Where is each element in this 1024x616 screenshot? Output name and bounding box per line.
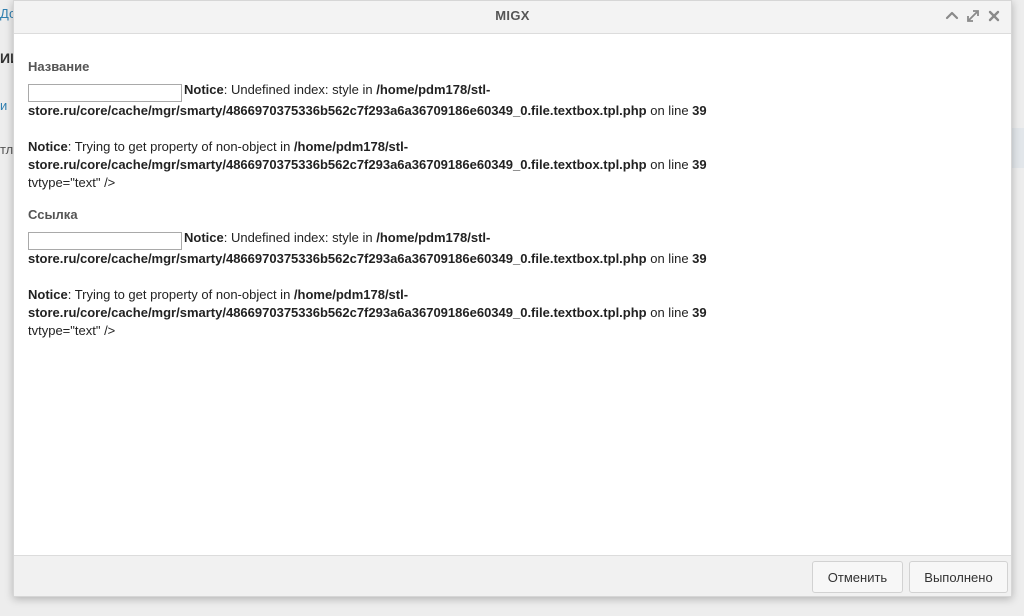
notice-on-line: on line <box>646 305 693 320</box>
field-row-link: Notice: Undefined index: style in /home/… <box>28 229 748 268</box>
notice-on-line: on line <box>646 157 693 172</box>
dialog-footer: Отменить Выполнено <box>14 555 1011 596</box>
notice-level: Notice <box>184 82 224 97</box>
background-row-band <box>1010 128 1024 168</box>
chevron-up-icon[interactable] <box>943 7 961 25</box>
background-tab[interactable]: и <box>0 98 7 113</box>
notice-message: : Undefined index: style in <box>223 230 377 245</box>
name-input[interactable] <box>28 84 182 102</box>
notice-row: Notice: Trying to get property of non-ob… <box>28 138 748 174</box>
notice-message: : Trying to get property of non-object i… <box>67 139 294 154</box>
notice-message: : Trying to get property of non-object i… <box>67 287 294 302</box>
notice-line-number: 39 <box>692 305 707 320</box>
tvtype-tail: tvtype="text" /> <box>28 323 116 338</box>
notice-level: Notice <box>28 287 68 302</box>
notice-on-line: on line <box>646 103 693 118</box>
tvtype-tail: tvtype="text" /> <box>28 175 116 190</box>
background-row-text: тл <box>0 142 14 157</box>
done-button[interactable]: Выполнено <box>909 561 1008 593</box>
field-row-name: Notice: Undefined index: style in /home/… <box>28 81 748 120</box>
migx-dialog: MIGX Название Notice: Undefined index: s… <box>13 0 1012 597</box>
link-input[interactable] <box>28 232 182 250</box>
notice-on-line: on line <box>646 251 693 266</box>
notice-line-number: 39 <box>692 103 707 118</box>
notice-message: : Undefined index: style in <box>223 82 377 97</box>
notice-line-number: 39 <box>692 251 707 266</box>
field-label-name: Название <box>28 59 90 74</box>
notice-row: Notice: Trying to get property of non-ob… <box>28 286 748 322</box>
dialog-title: MIGX <box>495 8 530 23</box>
expand-icon[interactable] <box>964 7 982 25</box>
notice-level: Notice <box>28 139 68 154</box>
field-label-link: Ссылка <box>28 207 78 222</box>
cancel-button[interactable]: Отменить <box>812 561 903 593</box>
notice-line-number: 39 <box>692 157 707 172</box>
dialog-titlebar[interactable]: MIGX <box>14 1 1011 34</box>
close-icon[interactable] <box>985 7 1003 25</box>
notice-level: Notice <box>184 230 224 245</box>
dialog-body: Название Notice: Undefined index: style … <box>28 34 997 340</box>
